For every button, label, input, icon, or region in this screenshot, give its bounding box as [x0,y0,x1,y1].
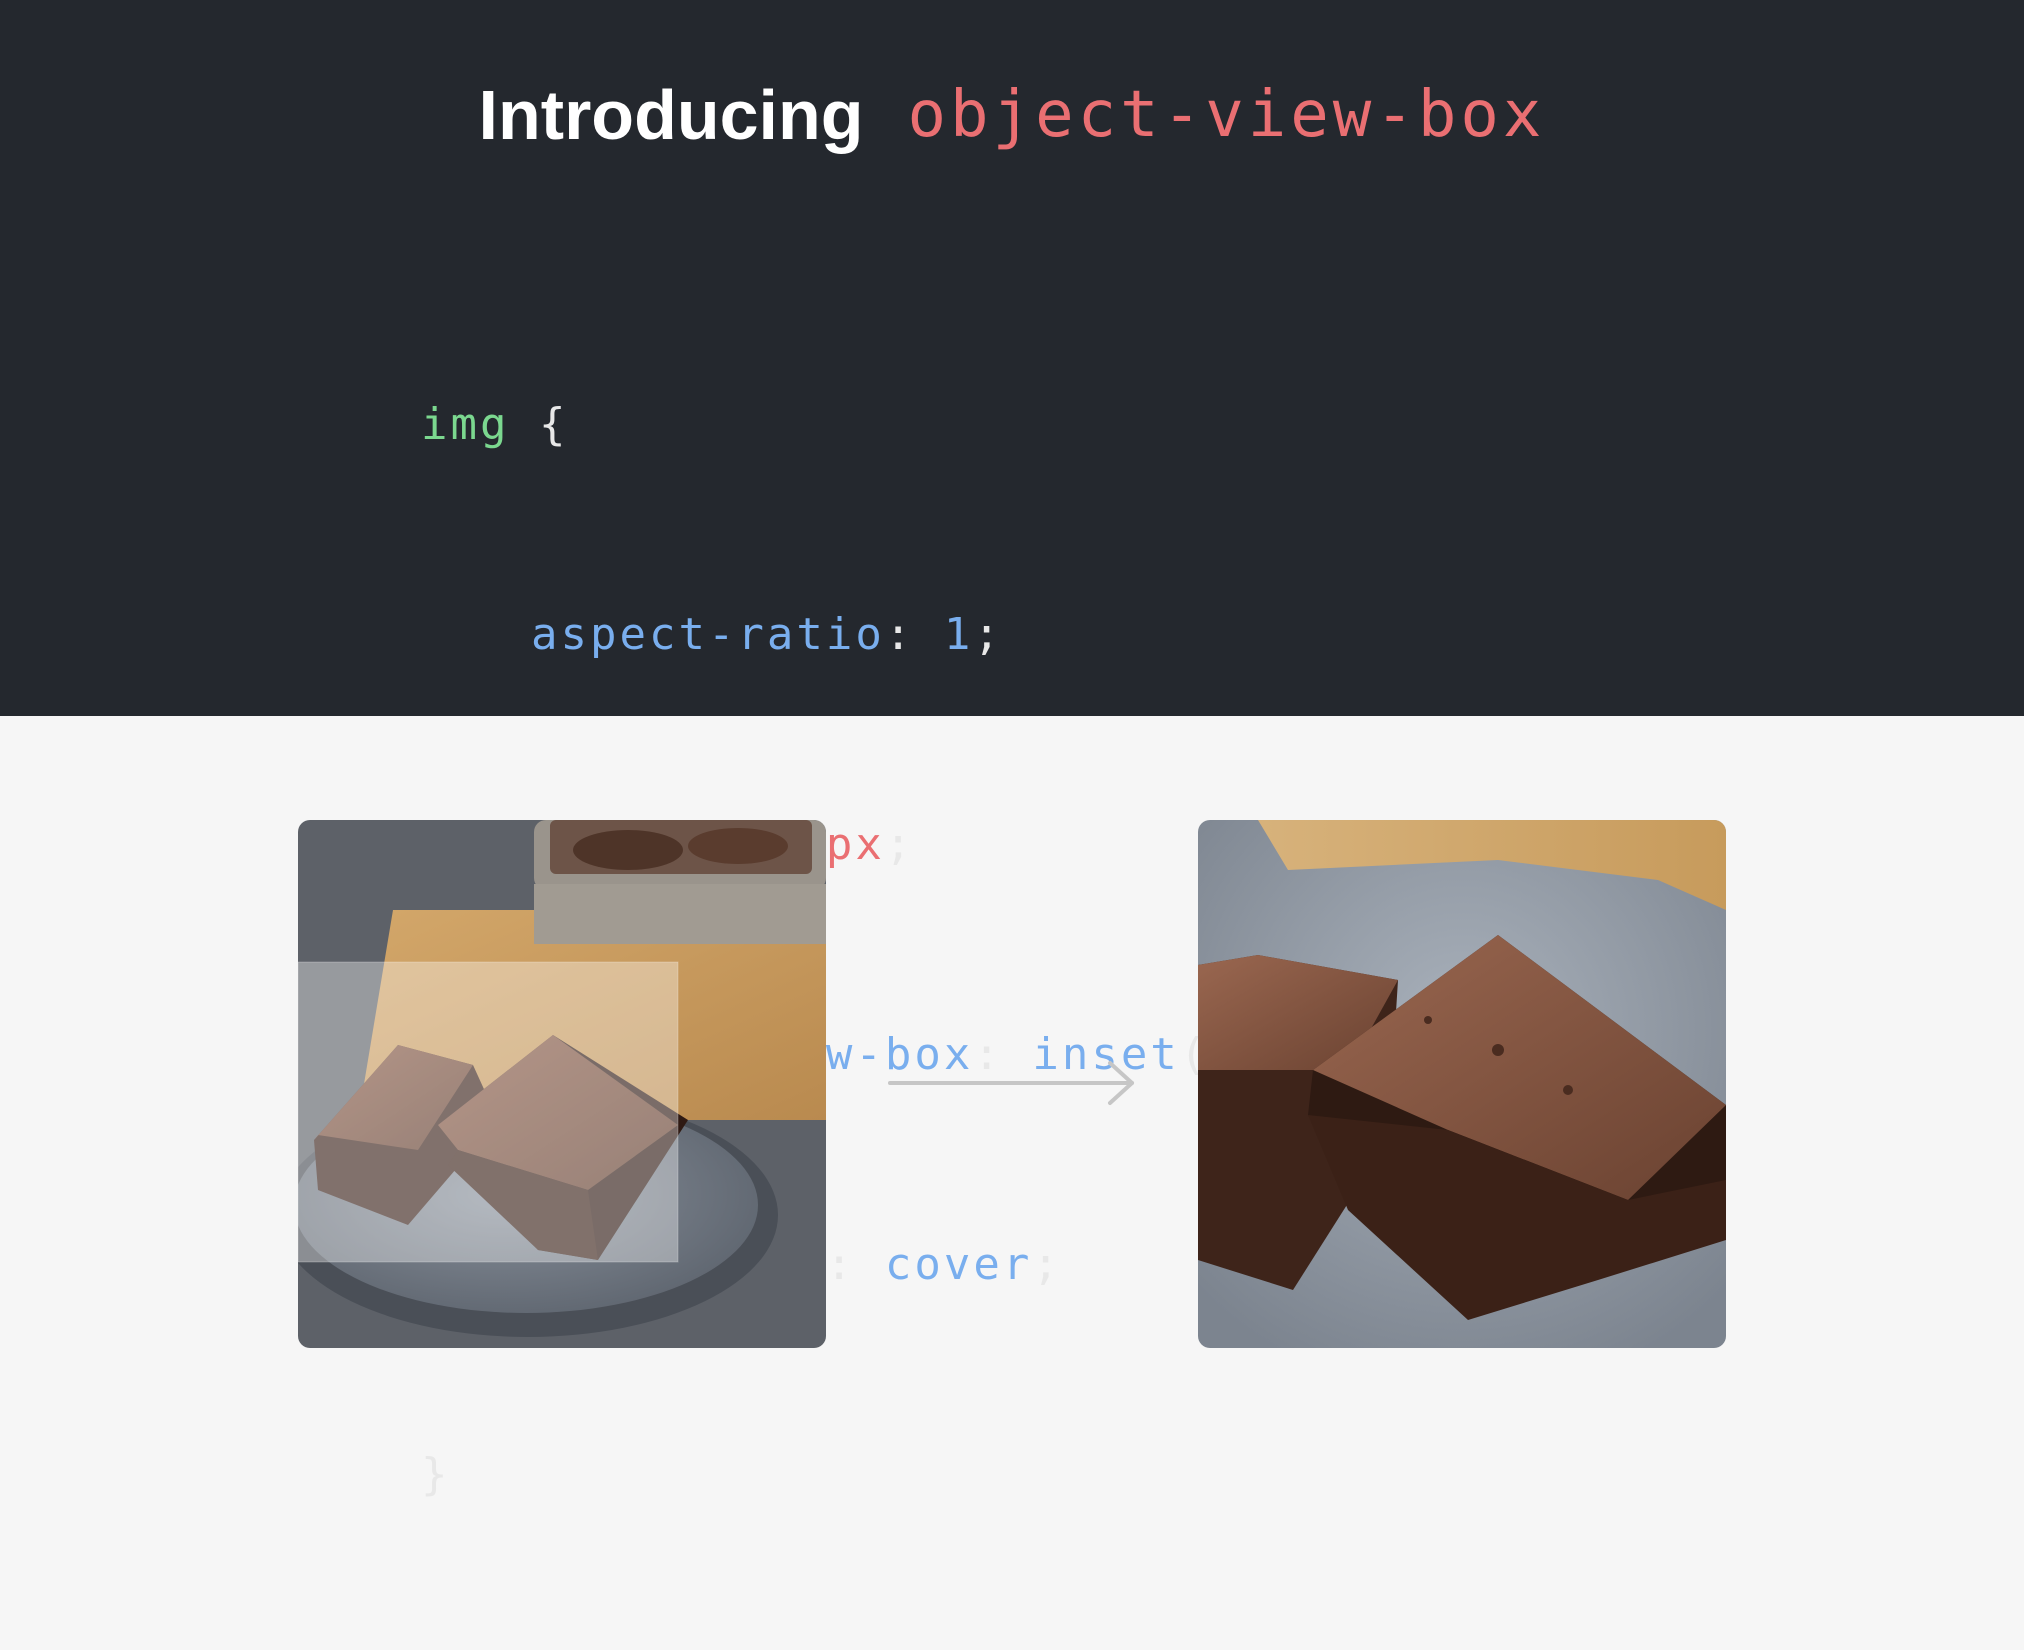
brownie-photo-icon [1198,820,1726,1348]
page-title: Introducing object-view-box [0,70,2024,160]
brownie-photo-icon [298,820,826,1348]
arrow-right-icon [888,1061,1134,1105]
code-line-aspect-ratio: aspect-ratio: 1; [531,609,1003,660]
code-selector: img [421,399,510,450]
code-unit: px [825,819,885,870]
before-image [298,820,826,1348]
code-close-brace: } [421,1449,451,1500]
code-line-close: } [421,1440,1681,1510]
code-open-brace: { [538,399,569,450]
code-property: aspect-ratio [531,609,885,660]
code-value: 1 [943,609,974,660]
after-image [1198,820,1726,1348]
code-value: cover [884,1239,1033,1290]
hero-section: Introducing object-view-box img { aspect-… [0,0,2024,1500]
title-word: Introducing [478,76,864,154]
code-line-selector: img { [421,390,1681,460]
title-code: object-view-box [907,78,1546,152]
